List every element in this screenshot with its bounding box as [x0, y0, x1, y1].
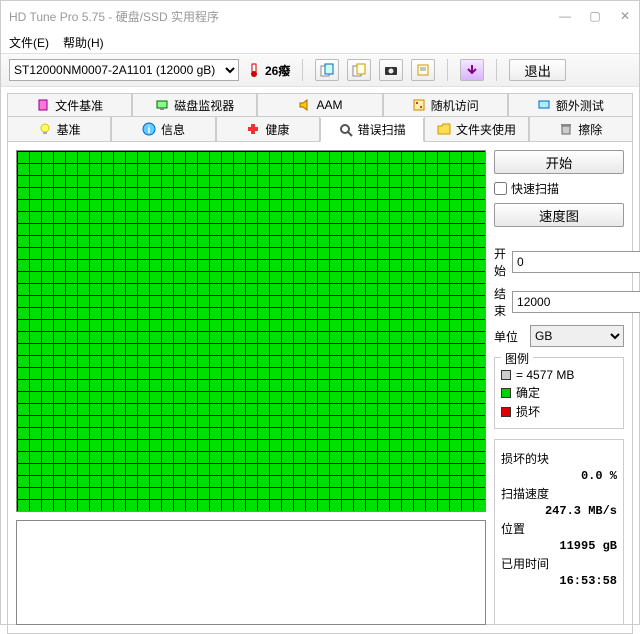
stat-position-value: 11995 gB — [501, 539, 617, 553]
log-textarea[interactable] — [16, 520, 486, 625]
save-button[interactable] — [460, 59, 484, 81]
start-label: 开始 — [494, 245, 506, 279]
menu-help[interactable]: 帮助(H) — [63, 34, 104, 51]
legend-block-size: = 4577 MB — [501, 368, 617, 382]
random-icon — [412, 98, 426, 112]
stat-speed-value: 247.3 MB/s — [501, 504, 617, 518]
right-pane: 开始 快速扫描 速度图 开始 ▲▼ 结束 ▲▼ 单位 GB — [494, 150, 624, 625]
copy-info-button[interactable] — [315, 59, 339, 81]
stat-damaged-value: 0.0 % — [501, 469, 617, 483]
unit-row: 单位 GB — [494, 325, 624, 347]
legend-group: 图例 = 4577 MB 确定 损坏 — [494, 357, 624, 429]
toolbar: ST12000NM0007-2A1101 (12000 gB) 26癈 退出 — [1, 53, 639, 87]
tab-label: 随机访问 — [431, 97, 479, 114]
start-input[interactable] — [512, 251, 640, 273]
minimize-button[interactable]: — — [559, 9, 571, 23]
device-select[interactable]: ST12000NM0007-2A1101 (12000 gB) — [9, 59, 239, 81]
legend-block-size-text: = 4577 MB — [516, 368, 574, 382]
folder-icon — [437, 122, 451, 136]
window-controls: — ▢ ✕ — [559, 9, 631, 23]
legend-ok: 确定 — [501, 384, 617, 401]
unit-label: 单位 — [494, 328, 524, 345]
tab-label: 额外测试 — [556, 97, 604, 114]
extra-icon — [537, 98, 551, 112]
exit-button[interactable]: 退出 — [509, 59, 566, 81]
tab-info[interactable]: i 信息 — [111, 117, 215, 141]
temperature-value: 26癈 — [265, 62, 290, 79]
tab-error-scan[interactable]: 错误扫描 — [320, 118, 424, 142]
info-icon: i — [142, 122, 156, 136]
tab-container: 文件基准 磁盘监视器 AAM 随机访问 额外测试 基准 i 信息 健 — [1, 87, 639, 142]
tab-extra-tests[interactable]: 额外测试 — [508, 93, 633, 117]
temperature-display: 26癈 — [247, 62, 290, 79]
stats-group: 损坏的块 0.0 % 扫描速度 247.3 MB/s 位置 11995 gB 已… — [494, 439, 624, 625]
tab-label: 基准 — [57, 121, 81, 138]
thermometer-icon — [247, 63, 261, 77]
screenshot-button[interactable] — [379, 59, 403, 81]
scan-grid — [16, 150, 486, 512]
stat-damaged-label: 损坏的块 — [501, 450, 617, 467]
tab-erase[interactable]: 擦除 — [529, 117, 633, 141]
start-row: 开始 ▲▼ — [494, 245, 624, 279]
separator — [447, 59, 448, 81]
speaker-icon — [298, 98, 312, 112]
open-log-button[interactable] — [411, 59, 435, 81]
tab-row-2: 基准 i 信息 健康 错误扫描 文件夹使用 擦除 — [7, 117, 633, 142]
end-input[interactable] — [512, 291, 640, 313]
unit-select[interactable]: GB — [530, 325, 624, 347]
maximize-button[interactable]: ▢ — [589, 9, 601, 23]
legend-damaged: 损坏 — [501, 403, 617, 420]
tab-row-1: 文件基准 磁盘监视器 AAM 随机访问 额外测试 — [7, 93, 633, 117]
bulb-icon — [38, 122, 52, 136]
tab-label: 健康 — [265, 121, 289, 138]
monitor-icon — [155, 98, 169, 112]
copy-text-button[interactable] — [347, 59, 371, 81]
quick-scan-label: 快速扫描 — [511, 180, 559, 197]
svg-text:i: i — [148, 125, 151, 136]
file-bench-icon — [36, 98, 50, 112]
trash-icon — [559, 122, 573, 136]
tab-label: 磁盘监视器 — [174, 97, 234, 114]
window-title: HD Tune Pro 5.75 - 硬盘/SSD 实用程序 — [9, 8, 219, 25]
tab-benchmark[interactable]: 基准 — [7, 117, 111, 141]
legend-damaged-text: 损坏 — [516, 403, 540, 420]
menubar: 文件(E) 帮助(H) — [1, 31, 639, 53]
close-button[interactable]: ✕ — [619, 9, 631, 23]
menu-file[interactable]: 文件(E) — [9, 34, 49, 51]
tab-file-benchmark[interactable]: 文件基准 — [7, 93, 132, 117]
stat-position-label: 位置 — [501, 520, 617, 537]
speed-map-button[interactable]: 速度图 — [494, 203, 624, 227]
end-label: 结束 — [494, 285, 506, 319]
stat-elapsed-label: 已用时间 — [501, 555, 617, 572]
left-pane — [16, 150, 486, 625]
tab-disk-monitor[interactable]: 磁盘监视器 — [132, 93, 257, 117]
tab-panel-error-scan: 开始 快速扫描 速度图 开始 ▲▼ 结束 ▲▼ 单位 GB — [7, 142, 633, 634]
end-row: 结束 ▲▼ — [494, 285, 624, 319]
green-swatch — [501, 388, 511, 398]
tab-aam[interactable]: AAM — [257, 93, 382, 117]
tab-label: 信息 — [161, 121, 185, 138]
gray-swatch — [501, 370, 511, 380]
tab-health[interactable]: 健康 — [216, 117, 320, 141]
tab-label: 错误扫描 — [358, 121, 406, 138]
legend-title: 图例 — [501, 350, 533, 367]
tab-folder-usage[interactable]: 文件夹使用 — [424, 117, 528, 141]
tab-label: 擦除 — [578, 121, 602, 138]
tab-label: 文件基准 — [55, 97, 103, 114]
stat-elapsed-value: 16:53:58 — [501, 574, 617, 588]
titlebar: HD Tune Pro 5.75 - 硬盘/SSD 实用程序 — ▢ ✕ — [1, 1, 639, 31]
quick-scan-row: 快速扫描 — [494, 180, 624, 197]
quick-scan-checkbox[interactable] — [494, 182, 507, 195]
stat-speed-label: 扫描速度 — [501, 485, 617, 502]
tab-random-access[interactable]: 随机访问 — [383, 93, 508, 117]
magnifier-icon — [339, 123, 353, 137]
legend-ok-text: 确定 — [516, 384, 540, 401]
tab-label: AAM — [317, 98, 343, 112]
health-icon — [246, 122, 260, 136]
separator — [496, 59, 497, 81]
red-swatch — [501, 407, 511, 417]
start-button[interactable]: 开始 — [494, 150, 624, 174]
separator — [302, 59, 303, 81]
tab-label: 文件夹使用 — [456, 121, 516, 138]
